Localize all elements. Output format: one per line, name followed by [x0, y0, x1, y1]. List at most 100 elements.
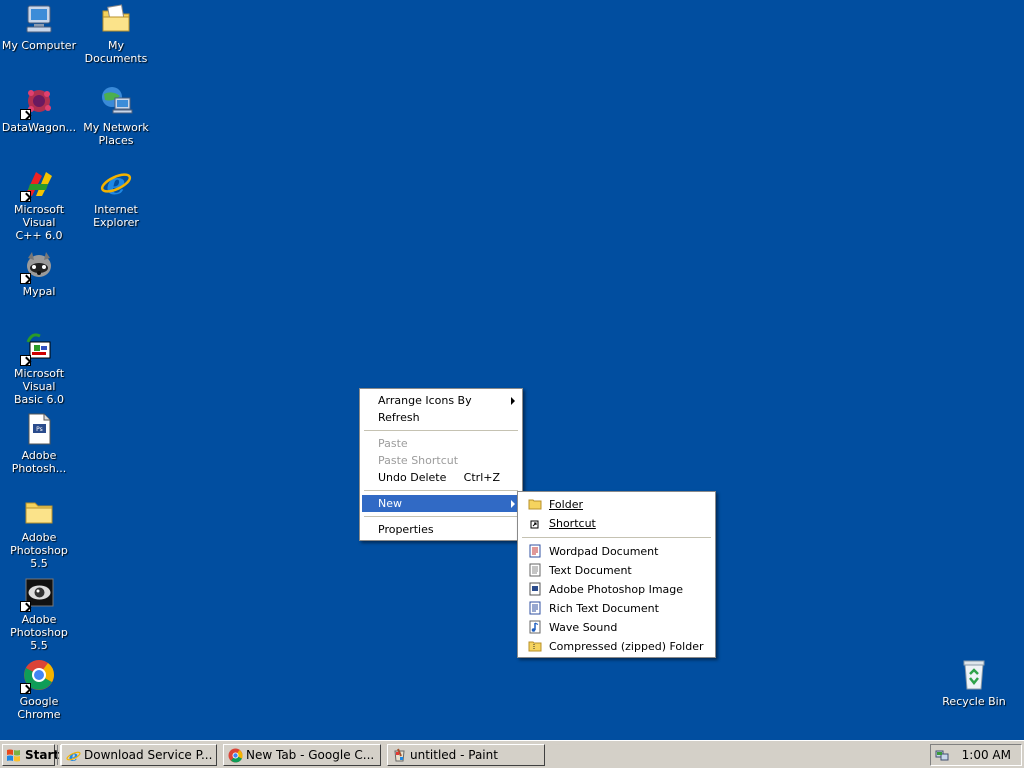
desktop-icon-network-places[interactable]: My Network Places: [76, 84, 156, 147]
desktop-icon-mypal[interactable]: Mypal: [0, 248, 79, 298]
menu-separator: [364, 490, 518, 491]
menu-item-label: New: [378, 497, 402, 510]
shortcut-arrow-icon: [20, 601, 31, 612]
desktop[interactable]: My Computer DataWagon... Microsoft Visua…: [0, 0, 1024, 740]
text-doc-icon: [528, 563, 542, 577]
desktop-icon-internet-explorer[interactable]: e Internet Explorer: [76, 166, 156, 229]
desktop-icon-label: Recycle Bin: [942, 695, 1006, 708]
photoshop-file-icon: Ps: [22, 412, 56, 446]
taskbar: Start e Download Service P... New Tab - …: [0, 740, 1024, 768]
submenu-item-wave-sound[interactable]: Wave Sound: [520, 618, 713, 637]
start-button[interactable]: Start: [2, 744, 59, 766]
menu-item-label: Text Document: [549, 564, 632, 577]
mypal-icon: [20, 248, 56, 284]
internet-explorer-icon: e: [99, 166, 133, 200]
photoshop-image-icon: [528, 582, 542, 596]
menu-item-label: Paste Shortcut: [378, 454, 459, 467]
menu-item-label: Properties: [378, 523, 434, 536]
windows-logo-icon: [6, 748, 21, 763]
submenu-item-photoshop-image[interactable]: Adobe Photoshop Image: [520, 580, 713, 599]
shortcut-icon: [528, 516, 542, 530]
desktop-icon-label: Microsoft Visual C++ 6.0: [13, 203, 65, 242]
submenu-item-compressed-folder[interactable]: Compressed (zipped) Folder: [520, 637, 713, 656]
shortcut-arrow-icon: [20, 191, 31, 202]
submenu-item-shortcut[interactable]: Shortcut: [520, 514, 713, 533]
shortcut-arrow-icon: [20, 109, 31, 120]
menu-item-label: Wave Sound: [549, 621, 618, 634]
submenu-item-wordpad-document[interactable]: Wordpad Document: [520, 542, 713, 561]
desktop-icon-datawagon[interactable]: DataWagon...: [0, 84, 79, 134]
visual-basic-icon: [20, 330, 56, 366]
desktop-icon-photoshop-folder[interactable]: Adobe Photoshop 5.5: [0, 494, 79, 570]
menu-item-label: Adobe Photoshop Image: [549, 583, 684, 596]
menu-item-paste: Paste: [362, 435, 520, 452]
wave-sound-icon: [528, 620, 542, 634]
submenu-item-text-document[interactable]: Text Document: [520, 561, 713, 580]
menu-item-label: Refresh: [378, 411, 420, 424]
recycle-bin-icon: [957, 658, 991, 692]
zip-folder-icon: [528, 639, 542, 653]
menu-item-label: Wordpad Document: [549, 545, 659, 558]
submenu-arrow-icon: [511, 500, 515, 508]
menu-item-label: Compressed (zipped) Folder: [549, 640, 704, 653]
folder-icon: [528, 497, 542, 511]
submenu-item-folder[interactable]: Folder: [520, 495, 713, 514]
menu-item-label: Undo Delete: [378, 471, 447, 484]
visual-cpp-icon: [20, 166, 56, 202]
desktop-icon-label: My Network Places: [83, 121, 149, 147]
desktop-icon-photoshop-file[interactable]: Ps Adobe Photosh...: [0, 412, 79, 475]
chrome-icon: [20, 658, 56, 694]
taskbar-button-google-chrome[interactable]: New Tab - Google C...: [223, 744, 381, 766]
photoshop-eye-icon: [20, 576, 56, 612]
shortcut-arrow-icon: [20, 683, 31, 694]
paint-icon: [392, 748, 407, 763]
desktop-icon-recycle-bin[interactable]: Recycle Bin: [934, 658, 1014, 708]
desktop-icon-google-chrome[interactable]: Google Chrome: [0, 658, 79, 721]
menu-item-properties[interactable]: Properties: [362, 521, 520, 538]
shortcut-arrow-icon: [20, 273, 31, 284]
shortcut-arrow-icon: [20, 355, 31, 366]
menu-item-refresh[interactable]: Refresh: [362, 409, 520, 426]
my-documents-icon: [99, 2, 133, 36]
desktop-icon-label: DataWagon...: [1, 121, 77, 134]
menu-item-new[interactable]: New: [362, 495, 520, 512]
desktop-icon-label: Mypal: [22, 285, 56, 298]
menu-item-arrange-icons-by[interactable]: Arrange Icons By: [362, 392, 520, 409]
desktop-icon-label: Adobe Photosh...: [11, 449, 67, 475]
desktop-icon-label: Adobe Photoshop 5.5: [10, 613, 68, 652]
svg-text:e: e: [106, 167, 125, 200]
menu-item-label: Folder: [549, 498, 583, 511]
taskbar-button-label: Download Service P...: [84, 748, 213, 762]
desktop-icon-label: Google Chrome: [17, 695, 61, 721]
menu-item-label: Paste: [378, 437, 408, 450]
menu-item-undo-delete[interactable]: Undo Delete Ctrl+Z: [362, 469, 520, 486]
desktop-icon-visual-cpp[interactable]: Microsoft Visual C++ 6.0: [0, 166, 79, 242]
desktop-icon-visual-basic[interactable]: Microsoft Visual Basic 6.0: [0, 330, 79, 406]
desktop-icon-label: My Computer: [1, 39, 77, 52]
menu-item-label: Arrange Icons By: [378, 394, 472, 407]
desktop-icon-my-computer[interactable]: My Computer: [0, 2, 79, 52]
svg-text:Ps: Ps: [36, 426, 43, 433]
internet-explorer-icon: e: [66, 748, 81, 763]
taskbar-button-paint[interactable]: untitled - Paint: [387, 744, 545, 766]
start-label: Start: [25, 748, 60, 762]
taskbar-button-download-service[interactable]: e Download Service P...: [61, 744, 217, 766]
wordpad-doc-icon: [528, 544, 542, 558]
network-places-icon: [99, 84, 133, 118]
desktop-icon-my-documents[interactable]: My Documents: [76, 2, 156, 65]
my-computer-icon: [22, 2, 56, 36]
clock[interactable]: 1:00 AM: [962, 745, 1011, 765]
menu-separator: [364, 516, 518, 517]
taskbar-button-label: untitled - Paint: [410, 748, 498, 762]
submenu-arrow-icon: [511, 397, 515, 405]
desktop-context-menu: Arrange Icons By Refresh Paste Paste Sho…: [359, 388, 523, 541]
submenu-item-rich-text-document[interactable]: Rich Text Document: [520, 599, 713, 618]
desktop-icon-photoshop-app[interactable]: Adobe Photoshop 5.5: [0, 576, 79, 652]
desktop-icon-label: Internet Explorer: [93, 203, 139, 229]
desktop-icon-label: Microsoft Visual Basic 6.0: [13, 367, 65, 406]
menu-item-shortcut: Ctrl+Z: [463, 471, 500, 484]
network-tray-icon[interactable]: [935, 748, 949, 762]
menu-item-paste-shortcut: Paste Shortcut: [362, 452, 520, 469]
taskbar-button-label: New Tab - Google C...: [246, 748, 375, 762]
chrome-icon: [228, 748, 243, 763]
